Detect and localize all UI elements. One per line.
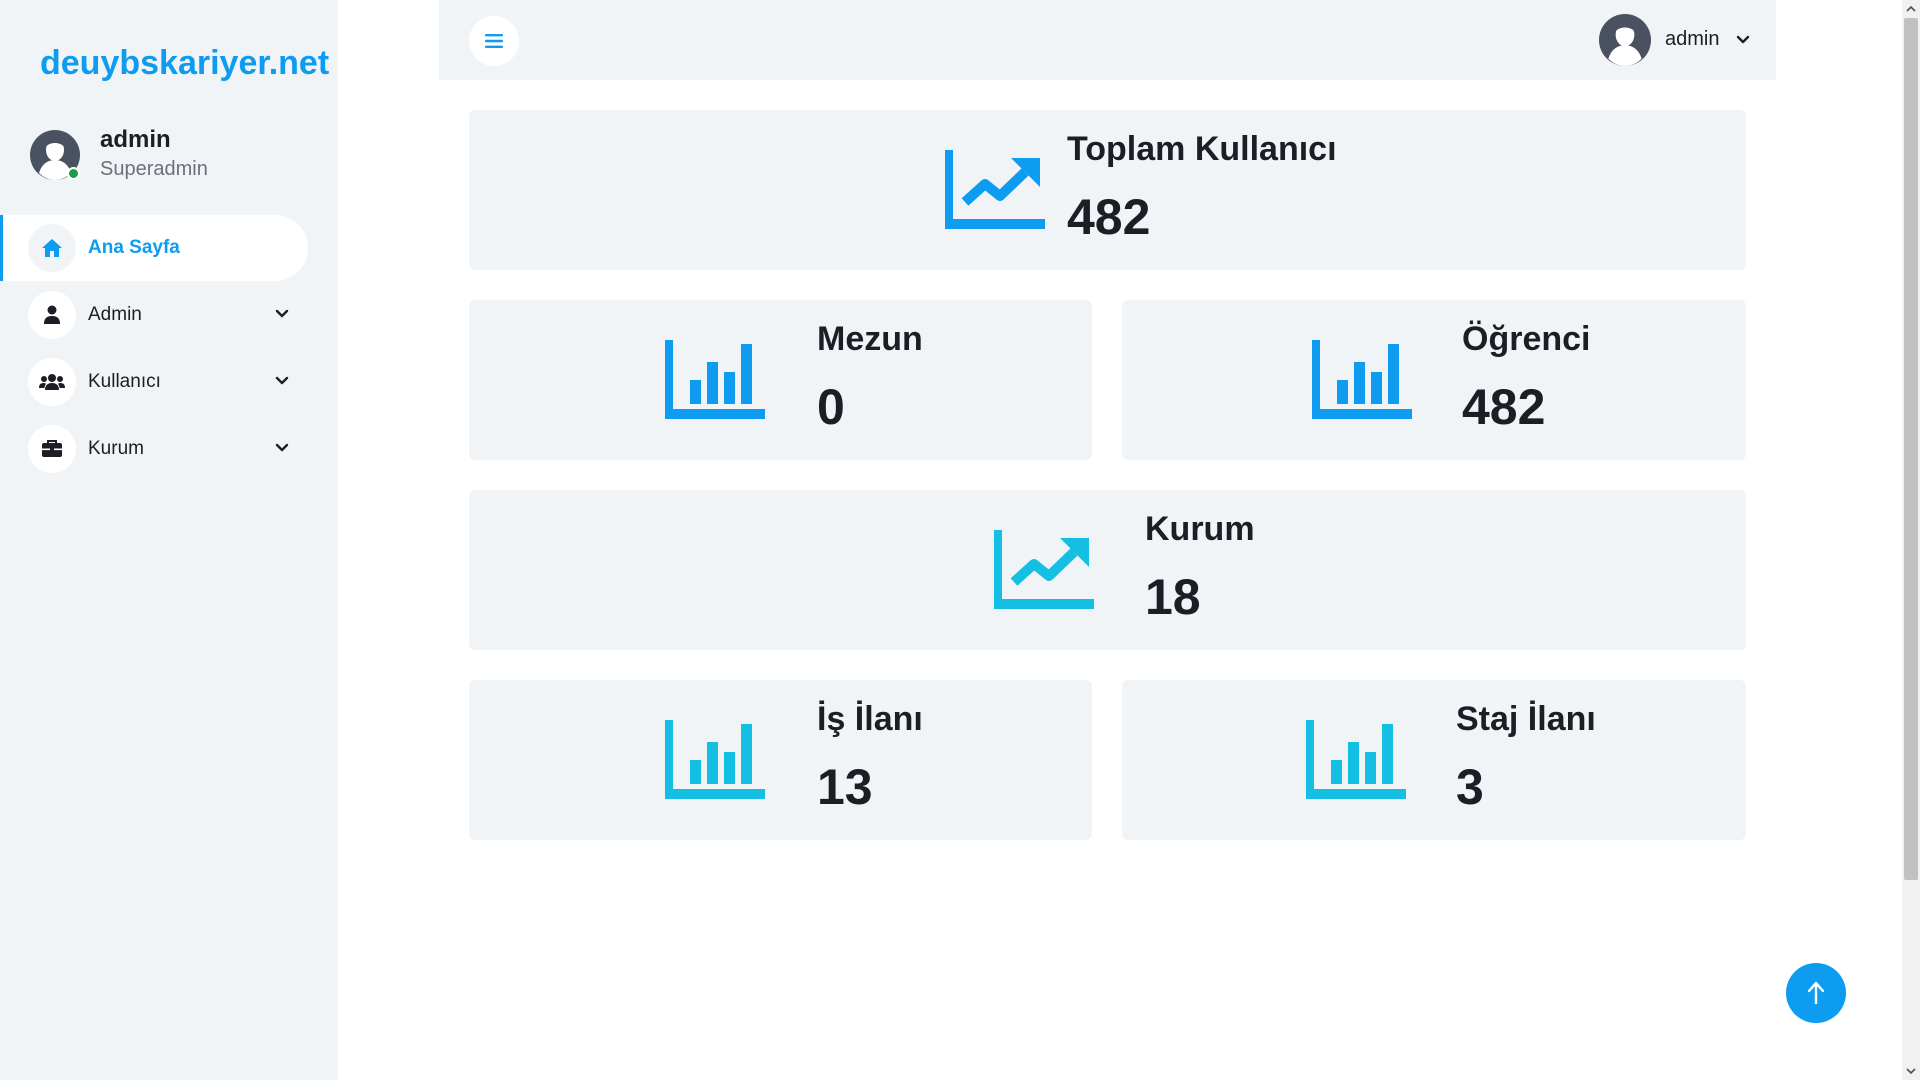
chevron-down-icon (275, 309, 289, 318)
stat-card-title: Mezun (817, 320, 923, 358)
briefcase-icon (28, 425, 76, 473)
stat-card-graduates: Mezun 0 (469, 300, 1092, 460)
sidebar-item-kullanici[interactable]: Kullanıcı (0, 349, 338, 415)
users-icon (28, 358, 76, 406)
trending-chart-icon (994, 530, 1094, 609)
stat-card-value: 482 (1067, 189, 1151, 245)
dashboard-content: Toplam Kullanıcı 482 Mezun 0 Öğrenci 482 (439, 80, 1776, 1080)
bar-chart-icon (665, 720, 765, 799)
profile-name: admin (100, 126, 171, 153)
chevron-down-icon (275, 443, 289, 452)
bar-chart-icon (665, 340, 765, 419)
stat-card-job-postings: İş İlanı 13 (469, 680, 1092, 840)
chevron-down-icon (1736, 35, 1750, 44)
user-menu-name: admin (1665, 28, 1720, 50)
online-status-dot (67, 167, 80, 180)
sidebar: deuybskariyer.net admin Superadmin Ana S… (0, 0, 338, 1080)
stat-card-value: 13 (817, 759, 873, 815)
sidebar-item-label: Ana Sayfa (88, 237, 180, 258)
stat-card-internship-postings: Staj İlanı 3 (1122, 680, 1746, 840)
stat-card-value: 0 (817, 379, 845, 435)
sidebar-item-ana-sayfa[interactable]: Ana Sayfa (0, 215, 308, 281)
page-scrollbar[interactable] (1902, 0, 1920, 1080)
scroll-up-arrow-icon[interactable] (1902, 0, 1920, 18)
trending-chart-icon (945, 150, 1045, 229)
scroll-down-arrow-icon[interactable] (1902, 1062, 1920, 1080)
bar-chart-icon (1312, 340, 1412, 419)
hamburger-icon (485, 34, 503, 48)
sidebar-item-label: Kullanıcı (88, 371, 161, 392)
stat-card-total-users: Toplam Kullanıcı 482 (469, 110, 1746, 270)
home-icon (28, 224, 76, 272)
user-menu-dropdown[interactable]: admin (1599, 14, 1759, 66)
menu-toggle-button[interactable] (469, 16, 519, 66)
sidebar-nav: Ana Sayfa Admin Kullanıcı Kurum (0, 215, 338, 483)
user-icon (28, 291, 76, 339)
avatar-icon (1599, 14, 1651, 66)
stat-card-title: İş İlanı (817, 700, 923, 738)
stat-card-title: Öğrenci (1462, 320, 1591, 358)
stat-card-value: 18 (1145, 569, 1201, 625)
stat-card-value: 3 (1456, 759, 1484, 815)
arrow-up-icon (1807, 981, 1825, 1005)
user-profile: admin Superadmin (30, 126, 320, 186)
sidebar-item-admin[interactable]: Admin (0, 282, 338, 348)
brand-logo[interactable]: deuybskariyer.net (40, 44, 329, 83)
stat-card-title: Toplam Kullanıcı (1067, 130, 1337, 168)
profile-role: Superadmin (100, 158, 208, 180)
stat-card-students: Öğrenci 482 (1122, 300, 1746, 460)
stat-card-title: Staj İlanı (1456, 700, 1596, 738)
stat-card-institutions: Kurum 18 (469, 490, 1746, 650)
bar-chart-icon (1306, 720, 1406, 799)
sidebar-item-kurum[interactable]: Kurum (0, 416, 338, 482)
sidebar-item-label: Admin (88, 304, 142, 325)
stat-card-value: 482 (1462, 379, 1546, 435)
topbar: admin (439, 0, 1776, 80)
stat-card-title: Kurum (1145, 510, 1255, 548)
scrollbar-thumb[interactable] (1904, 18, 1918, 880)
chevron-down-icon (275, 376, 289, 385)
sidebar-item-label: Kurum (88, 438, 144, 459)
back-to-top-button[interactable] (1786, 963, 1846, 1023)
